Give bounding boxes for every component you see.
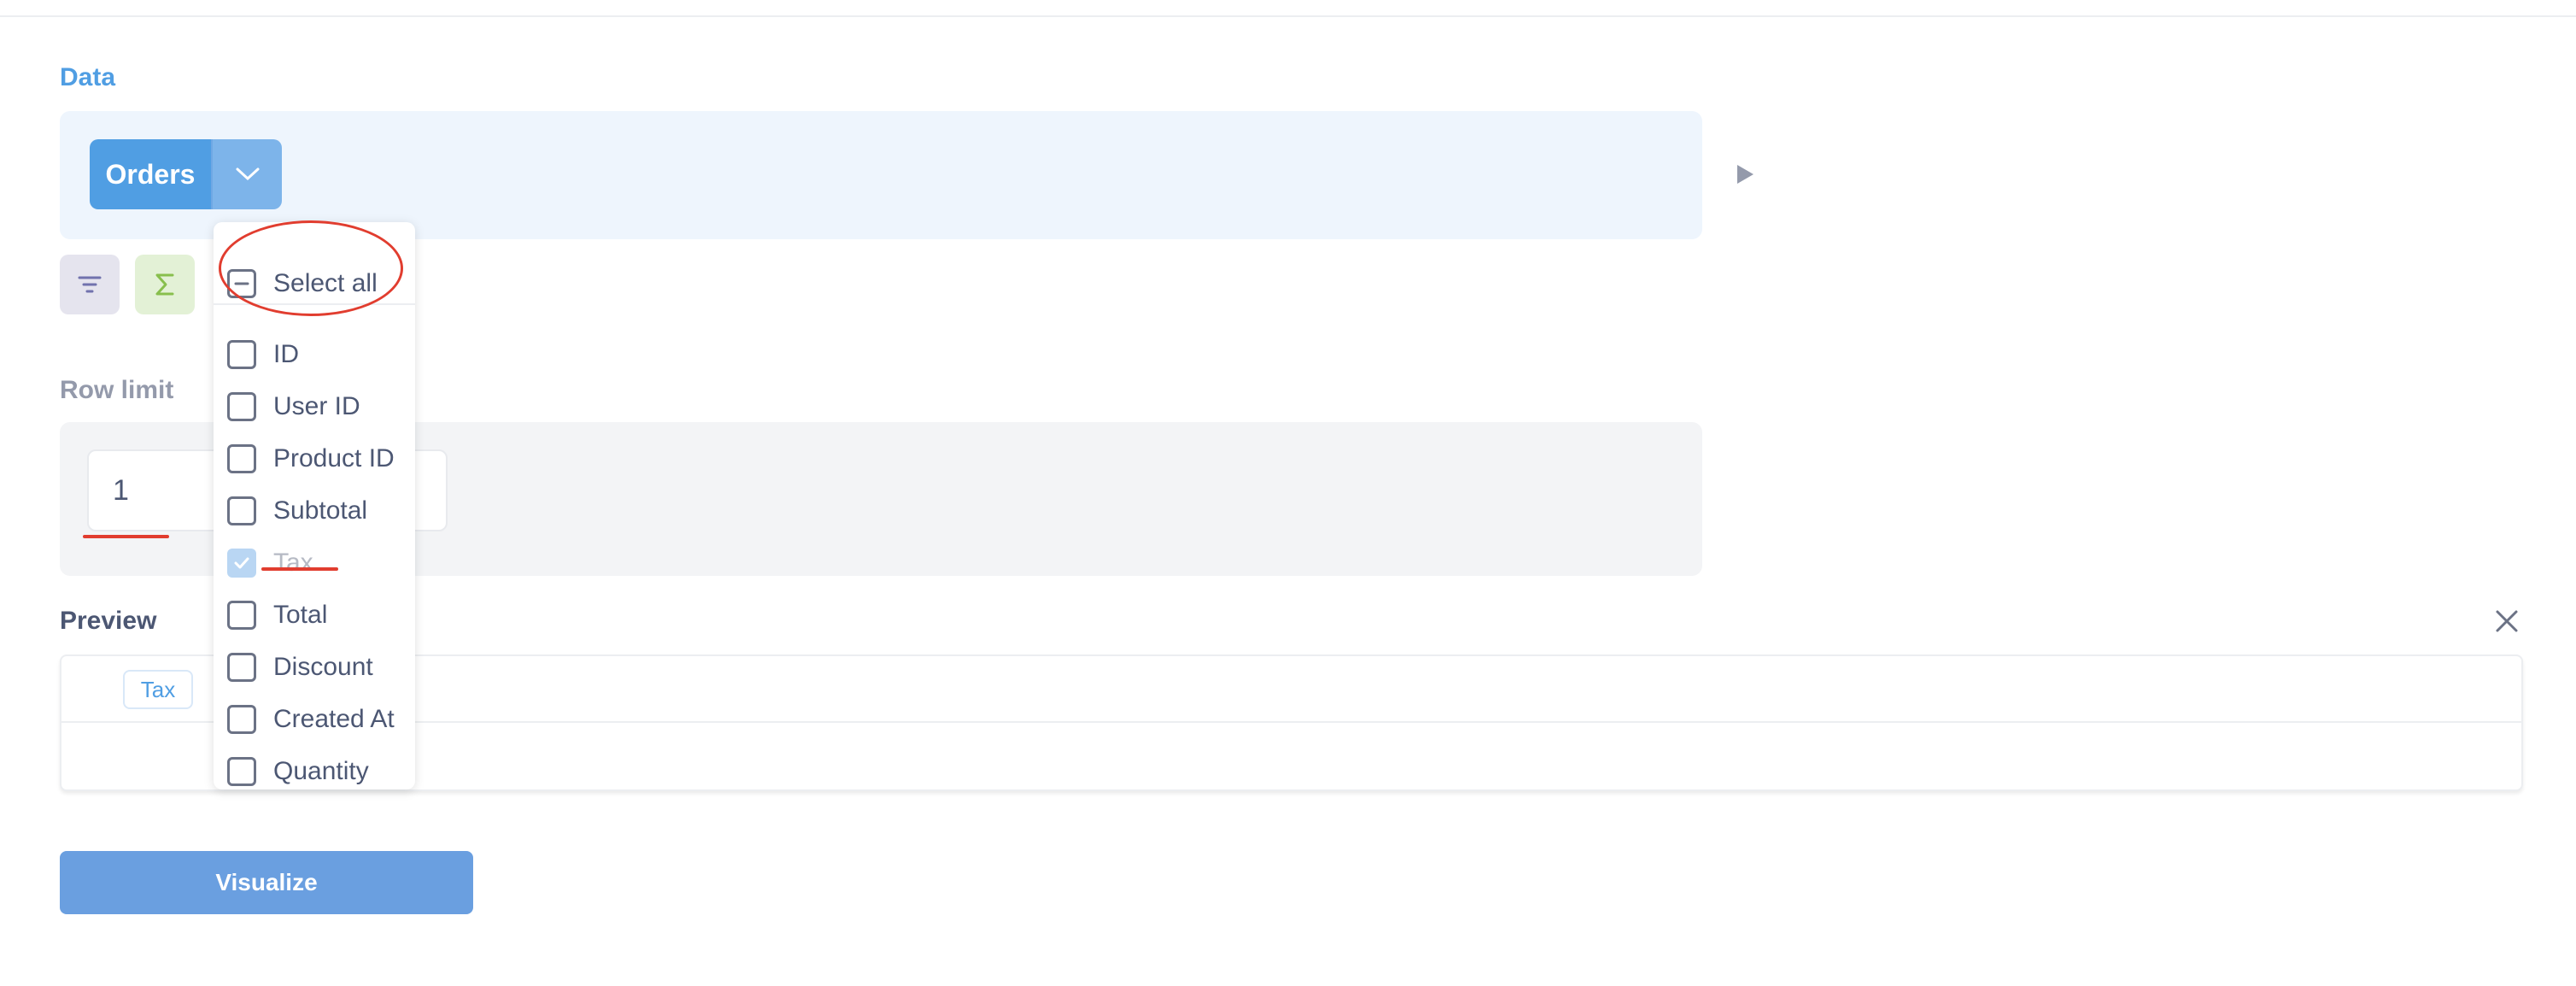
checkmark-icon xyxy=(234,557,249,569)
close-preview-button[interactable] xyxy=(2492,607,2521,636)
close-icon xyxy=(2496,610,2518,632)
filter-icon xyxy=(78,276,102,293)
play-icon xyxy=(1737,165,1753,184)
column-option-label: Created At xyxy=(273,705,395,733)
column-option-label: Product ID xyxy=(273,444,395,472)
column-option-label: User ID xyxy=(273,392,360,420)
column-checkbox[interactable] xyxy=(227,496,256,525)
sigma-icon xyxy=(155,273,174,296)
column-option[interactable]: Created At xyxy=(227,702,395,737)
column-option-label: Quantity xyxy=(273,757,369,785)
annotation-circle-select-all xyxy=(219,220,403,316)
column-checkbox[interactable] xyxy=(227,757,256,786)
column-option[interactable]: ID xyxy=(227,337,299,372)
column-header-tax[interactable]: Tax xyxy=(123,670,193,709)
preview-table: Tax 2.07 xyxy=(60,654,2523,791)
column-checkbox[interactable] xyxy=(227,444,256,473)
chevron-down-icon xyxy=(236,167,259,181)
column-picker-toggle[interactable] xyxy=(211,139,282,209)
top-divider xyxy=(0,15,2576,17)
filter-button[interactable] xyxy=(60,255,120,314)
column-option-label: Tax xyxy=(273,549,313,577)
column-option[interactable]: Quantity xyxy=(227,754,369,789)
summarize-button[interactable] xyxy=(135,255,195,314)
column-option-disabled: Tax xyxy=(227,546,313,580)
column-option-label: Subtotal xyxy=(273,496,368,525)
column-option-label: Discount xyxy=(273,653,373,681)
column-option[interactable]: Subtotal xyxy=(227,494,367,528)
annotation-underline-limit xyxy=(83,535,169,538)
column-checkbox[interactable] xyxy=(227,392,256,421)
column-checkbox[interactable] xyxy=(227,340,256,369)
visualize-button[interactable]: Visualize xyxy=(60,851,473,914)
column-checkbox[interactable] xyxy=(227,601,256,630)
annotation-underline-tax xyxy=(261,567,338,571)
column-option[interactable]: Discount xyxy=(227,650,373,684)
column-checkbox-checked xyxy=(227,549,256,578)
preview-header-row: Tax xyxy=(61,656,2521,723)
column-checkbox[interactable] xyxy=(227,705,256,734)
table-name[interactable]: Orders xyxy=(90,139,211,209)
column-option-label: ID xyxy=(273,340,299,368)
row-limit-label: Row limit xyxy=(60,376,174,404)
column-option-label: Total xyxy=(273,601,328,629)
data-section-label: Data xyxy=(60,63,116,91)
column-option[interactable]: Product ID xyxy=(227,442,395,476)
column-checkbox[interactable] xyxy=(227,653,256,682)
preview-label: Preview xyxy=(60,607,157,635)
table-selector[interactable]: Orders xyxy=(90,139,282,209)
column-option[interactable]: User ID xyxy=(227,390,360,424)
column-option[interactable]: Total xyxy=(227,598,327,632)
run-step-button[interactable] xyxy=(1734,162,1756,186)
